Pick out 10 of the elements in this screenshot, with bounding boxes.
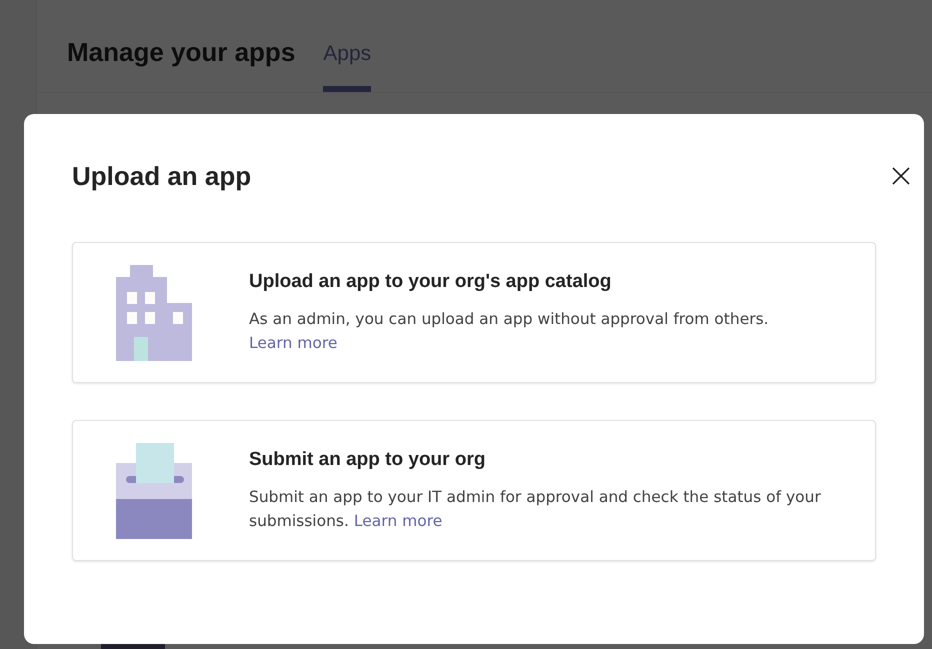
option-description: Submit an app to your IT admin for approval and check the status of your submissions. Learn more <box>249 486 822 532</box>
option-card[interactable]: Upload an app to your org's app catalog As an admin, you can upload an app without approval from others. Learn more <box>72 242 876 383</box>
learn-more-link[interactable]: Learn more <box>249 334 338 352</box>
learn-more-link[interactable]: Learn more <box>354 512 442 530</box>
option-title: Submit an app to your org <box>249 448 486 470</box>
option-description: As an admin, you can upload an app without approval from others. Learn more <box>249 308 770 354</box>
page-title: Manage your apps <box>67 37 296 69</box>
option-title: Upload an app to your org's app catalog <box>249 270 612 292</box>
dialog-title: Upload an app <box>72 160 252 192</box>
option-card[interactable]: Submit an app to your org Submit an app to your IT admin for approval and check the status of your submissions. Learn more <box>72 420 876 561</box>
